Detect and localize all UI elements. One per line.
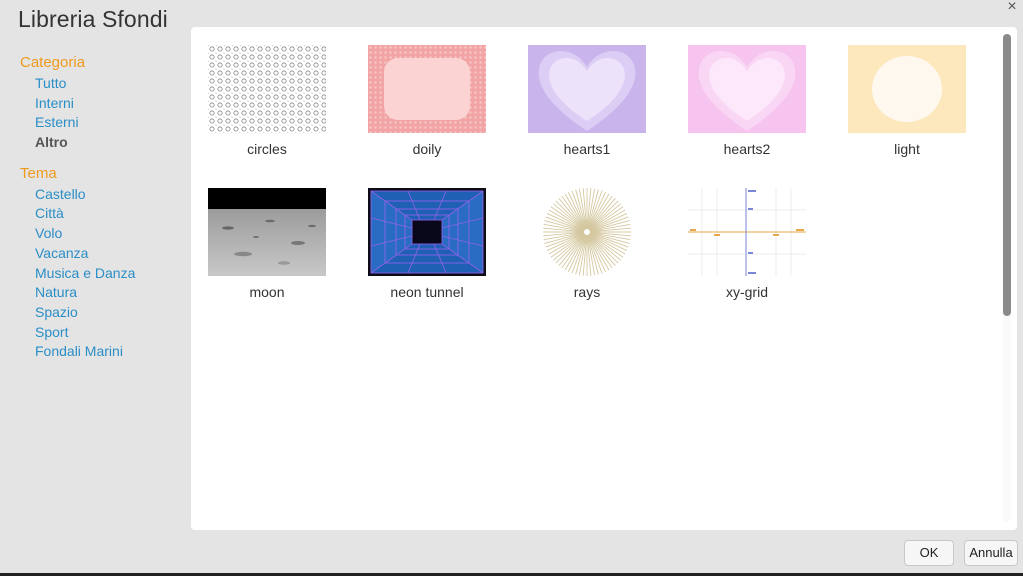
theme-item-fondali-marini[interactable]: Fondali Marini (20, 342, 185, 362)
category-heading: Categoria (20, 54, 86, 71)
backdrop-tile-xy-grid[interactable]: xy-grid (687, 188, 807, 313)
dialog-title: Libreria Sfondi (18, 6, 168, 32)
category-item-tutto[interactable]: Tutto (20, 74, 185, 94)
backdrop-tile-hearts2[interactable]: hearts2 (687, 45, 807, 170)
backdrop-label: circles (247, 141, 287, 157)
backdrop-label: xy-grid (725, 284, 768, 300)
theme-item-volo[interactable]: Volo (20, 224, 185, 244)
light-circle-icon (848, 45, 966, 133)
backdrop-label: hearts2 (723, 141, 771, 157)
backdrop-tile-hearts1[interactable]: hearts1 (527, 45, 647, 170)
theme-item-natura[interactable]: Natura (20, 283, 185, 303)
scrollbar-thumb[interactable] (1003, 34, 1011, 316)
theme-item-musica-e-danza[interactable]: Musica e Danza (20, 264, 185, 284)
theme-item-spazio[interactable]: Spazio (20, 303, 185, 323)
sun-rays-icon (528, 188, 646, 276)
backdrop-tile-doily[interactable]: doily (367, 45, 487, 170)
circles-pattern-icon (208, 45, 326, 133)
backdrop-label: moon (249, 284, 285, 300)
backdrop-label: light (894, 141, 920, 157)
backdrop-label: rays (573, 284, 601, 300)
scrollbar[interactable] (1003, 34, 1011, 522)
backdrop-label: hearts1 (563, 141, 611, 157)
doily-frame-icon (368, 45, 486, 133)
theme-item-sport[interactable]: Sport (20, 323, 185, 343)
backdrop-label: neon tunnel (390, 284, 464, 300)
theme-item-castello[interactable]: Castello (20, 185, 185, 205)
theme-item-vacanza[interactable]: Vacanza (20, 244, 185, 264)
theme-heading: Tema (20, 164, 57, 182)
moon-surface-icon (208, 188, 326, 276)
theme-item-citta[interactable]: Città (20, 204, 185, 224)
backdrop-tile-rays[interactable]: rays (527, 188, 647, 313)
xy-grid-icon (688, 188, 806, 276)
backdrop-grid: circles doily hearts1 hearts2 light moon… (191, 27, 1017, 530)
backdrop-tile-circles[interactable]: circles (207, 45, 327, 170)
category-item-altro[interactable]: Altro (20, 133, 185, 153)
category-item-esterni[interactable]: Esterni (20, 113, 185, 133)
cancel-button[interactable]: Annulla (964, 540, 1018, 566)
backdrop-tile-light[interactable]: light (847, 45, 967, 170)
heart-pink-icon (688, 45, 806, 133)
backdrop-tile-neon-tunnel[interactable]: neon tunnel (367, 188, 487, 313)
backdrop-tile-moon[interactable]: moon (207, 188, 327, 313)
heart-purple-icon (528, 45, 646, 133)
backdrop-label: doily (412, 141, 442, 157)
close-icon[interactable]: × (1003, 0, 1021, 16)
ok-button[interactable]: OK (904, 540, 954, 566)
neon-tunnel-icon (368, 188, 486, 276)
category-item-interni[interactable]: Interni (20, 94, 185, 114)
sidebar: Categoria Tutto Interni Esterni Altro Te… (20, 52, 185, 362)
